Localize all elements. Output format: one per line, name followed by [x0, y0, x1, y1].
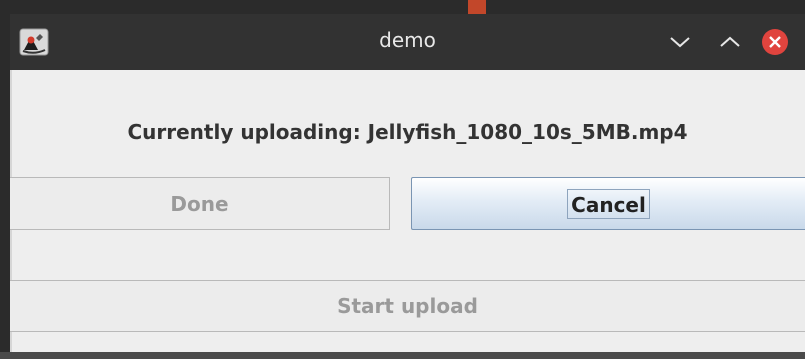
background-strip [468, 0, 486, 14]
dialog-window: demo Currently uploading: Jellyfish_1080… [10, 14, 805, 352]
start-upload-button[interactable]: Start upload [10, 280, 805, 332]
chevron-up-icon [720, 36, 740, 47]
cancel-button-label: Cancel [567, 188, 650, 219]
close-button[interactable] [761, 28, 789, 56]
title-bar[interactable]: demo [10, 14, 805, 70]
close-icon [762, 29, 788, 55]
maximize-button[interactable] [716, 28, 744, 56]
done-button-label: Done [170, 191, 229, 216]
minimize-button[interactable] [666, 28, 694, 56]
cancel-button[interactable]: Cancel [411, 177, 805, 230]
background-strip [0, 352, 805, 359]
done-button[interactable]: Done [10, 177, 390, 230]
upload-status-message: Currently uploading: Jellyfish_1080_10s_… [127, 120, 688, 144]
start-upload-button-label: Start upload [337, 294, 478, 318]
chevron-down-icon [670, 37, 690, 48]
